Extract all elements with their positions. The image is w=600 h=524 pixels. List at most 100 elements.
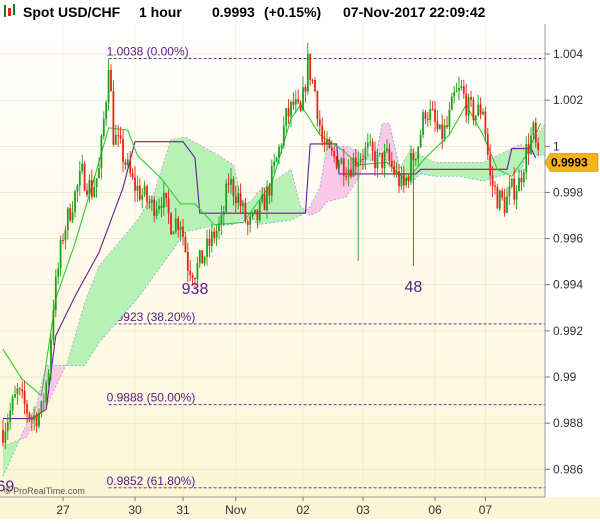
candle-up xyxy=(210,231,213,246)
candle-down xyxy=(122,138,124,162)
candle-down xyxy=(503,197,506,214)
candle-down xyxy=(86,190,88,195)
candle-down xyxy=(431,109,434,111)
y-tick-label: 1.002 xyxy=(553,93,583,107)
candle-up xyxy=(215,231,218,238)
candle-down xyxy=(124,161,127,166)
candle-up xyxy=(515,191,518,200)
candle-up xyxy=(302,87,304,111)
candle-up xyxy=(510,178,513,187)
candle-up xyxy=(285,108,288,126)
x-tick-label: 03 xyxy=(356,503,370,517)
candle-down xyxy=(441,124,444,139)
candle-down xyxy=(191,275,194,279)
candle-up xyxy=(254,209,256,213)
x-tick-label: 30 xyxy=(128,503,142,517)
candle-up xyxy=(258,201,261,221)
candle-up xyxy=(174,218,177,232)
candle-up xyxy=(100,136,103,169)
fib-level-label: 0.9852 (61.80%) xyxy=(107,474,196,488)
candle-up xyxy=(366,142,369,148)
x-tick-label: 02 xyxy=(296,503,310,517)
candle-up xyxy=(249,216,252,225)
candle-up xyxy=(347,169,350,177)
candle-down xyxy=(160,206,163,208)
candle-up xyxy=(136,185,139,191)
candle-down xyxy=(496,187,499,209)
price-chart[interactable]: 1.0038 (0.00%) 0.9923 (38.20%) 0.9888 (50.… xyxy=(0,0,600,519)
candle-up xyxy=(230,178,232,185)
candle-up xyxy=(448,109,451,127)
x-tick-label: Nov xyxy=(225,503,246,517)
candle-up xyxy=(352,157,355,177)
candle-up xyxy=(522,172,525,183)
candle-down xyxy=(26,403,28,414)
candle-up xyxy=(93,187,96,197)
candle-up xyxy=(369,141,372,143)
candle-down xyxy=(170,213,172,235)
candle-up xyxy=(378,152,381,155)
candle-down xyxy=(534,122,537,143)
candle-up xyxy=(198,250,201,264)
candle-up xyxy=(383,151,386,168)
candle-down xyxy=(434,109,436,122)
candle-up xyxy=(477,104,480,116)
candle-down xyxy=(21,389,24,391)
candle-up xyxy=(172,231,175,235)
candle-up xyxy=(340,158,343,164)
candle-down xyxy=(472,99,475,121)
candle-up xyxy=(66,208,69,231)
candle-up xyxy=(506,196,508,214)
candle-down xyxy=(23,390,26,404)
candle-up xyxy=(261,194,264,202)
candle-down xyxy=(62,240,64,242)
candle-up xyxy=(410,152,412,181)
current-price-label: 0.9993 xyxy=(551,155,588,169)
candle-up xyxy=(141,194,144,200)
candle-up xyxy=(242,202,244,206)
y-tick-label: 0.992 xyxy=(553,324,583,338)
candle-down xyxy=(479,104,482,115)
candle-down xyxy=(18,388,21,390)
candle-up xyxy=(357,161,360,167)
candle-up xyxy=(417,147,420,159)
candle-up xyxy=(50,339,52,374)
candle-up xyxy=(282,125,285,146)
candle-up xyxy=(405,177,408,186)
candle-down xyxy=(520,177,523,183)
candle-down xyxy=(371,141,374,152)
candle-up xyxy=(400,172,403,187)
fib-level-label: 1.0038 (0.00%) xyxy=(107,45,189,59)
candle-up xyxy=(162,192,165,208)
candle-up xyxy=(9,410,12,423)
candle-down xyxy=(153,199,156,217)
candle-up xyxy=(225,183,228,212)
candle-down xyxy=(350,169,352,177)
candle-down xyxy=(69,208,72,221)
candle-up xyxy=(179,226,182,230)
candle-down xyxy=(131,173,134,178)
candle-down xyxy=(2,430,4,443)
candle-down xyxy=(165,192,168,199)
candle-down xyxy=(484,111,487,135)
x-tick-label: 07 xyxy=(479,503,493,517)
candle-up xyxy=(508,186,511,197)
candle-up xyxy=(530,135,532,154)
candle-up xyxy=(52,309,55,340)
candle-up xyxy=(88,179,91,195)
candle-down xyxy=(268,186,271,196)
candle-down xyxy=(186,251,189,271)
candle-up xyxy=(54,276,57,310)
chart-canvas[interactable]: 1.0038 (0.00%)0.9923 (38.20%)0.9888 (50.… xyxy=(0,0,600,519)
y-tick-label: 0.996 xyxy=(553,232,583,246)
candle-up xyxy=(237,193,240,204)
candle-up xyxy=(59,240,62,269)
candle-down xyxy=(194,278,196,280)
candle-down xyxy=(146,186,148,202)
candle-up xyxy=(102,119,105,137)
candle-up xyxy=(203,256,206,264)
candle-down xyxy=(345,176,348,178)
candle-up xyxy=(45,382,48,401)
y-tick-label: 1.004 xyxy=(553,47,583,61)
candle-up xyxy=(105,102,108,120)
